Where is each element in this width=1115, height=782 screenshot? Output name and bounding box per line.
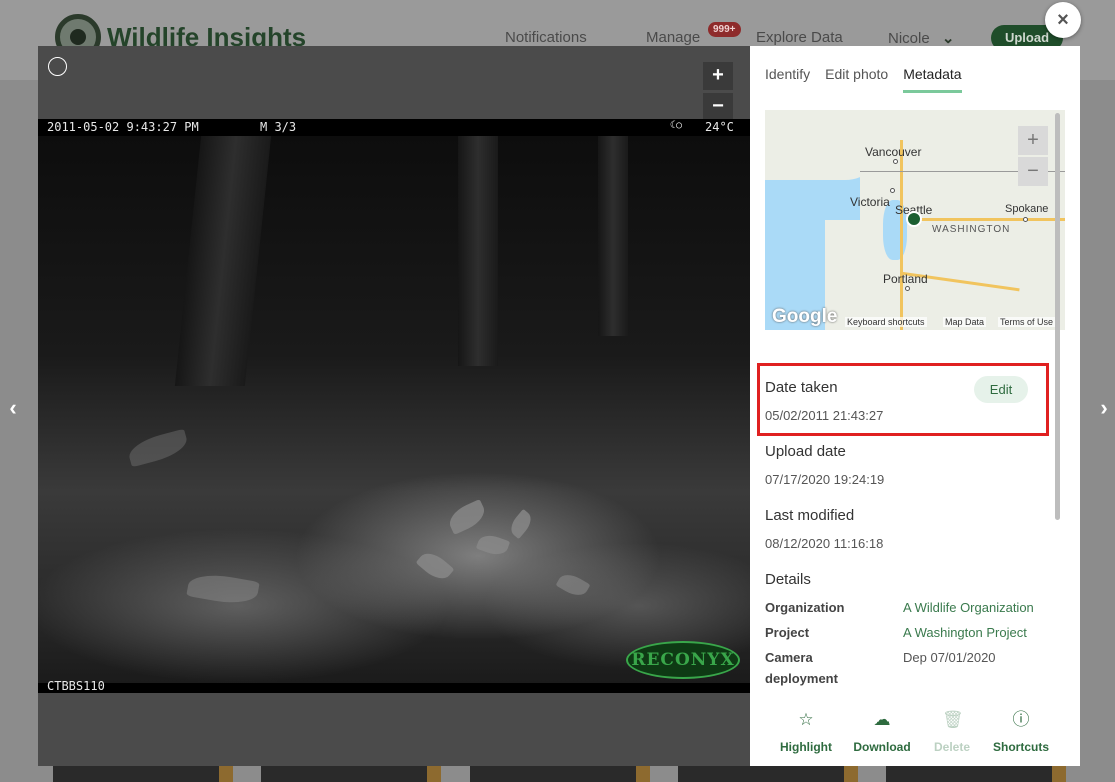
delete-label: Delete [933,740,971,754]
photo-temperature: 24°C [705,120,734,134]
city-dot [893,159,898,164]
organization-link[interactable]: A Wildlife Organization [903,600,1034,615]
action-bar: ☆ Highlight ☁ Download 🗑 Delete ⓘ Shortc… [750,706,1080,766]
google-logo: Google [772,306,838,327]
map-label-spokane: Spokane [1005,203,1049,215]
nav-notifications[interactable]: Notifications [505,29,587,46]
map-label-victoria: Victoria [850,195,890,209]
map-label-washington: WASHINGTON [932,224,1011,235]
city-dot [1023,217,1028,222]
leaf [445,499,489,535]
location-pin-icon[interactable] [906,211,922,227]
selection-circle-icon[interactable] [48,57,67,76]
last-modified-label: Last modified [765,507,855,524]
keyboard-shortcuts-link[interactable]: Keyboard shortcuts [845,317,927,327]
upload-date-label: Upload date [765,443,846,460]
panel-tabs: Identify Edit photo Metadata [765,66,977,93]
camera-deployment-value: Dep 07/01/2020 [903,650,996,665]
moon-phase-icon: ☾○ [670,120,683,131]
leaf [555,569,591,601]
map-road [900,140,903,330]
zoom-in-button[interactable]: + [703,62,733,90]
project-link[interactable]: A Washington Project [903,625,1027,640]
tree-trunk [598,136,628,336]
close-modal-button[interactable]: × [1045,2,1081,38]
map-label-vancouver: Vancouver [865,145,922,159]
forest-scene [38,136,750,683]
previous-photo-button[interactable]: ‹ [3,395,23,420]
tree-trunk [174,136,272,386]
close-icon: × [1057,9,1069,31]
trash-icon: 🗑 [942,710,964,729]
photo-timestamp: 2011-05-02 9:43:27 PM [47,120,199,134]
metadata-panel: Identify Edit photo Metadata Vancouver V… [750,46,1080,766]
highlight-label: Highlight [780,740,832,754]
date-taken-value: 05/02/2011 21:43:27 [765,408,884,423]
photo-viewer: + − 2011-05-02 9:43:27 PM M 3/3 ☾○ 24°C [38,46,750,766]
photo-modal: + − 2011-05-02 9:43:27 PM M 3/3 ☾○ 24°C [38,46,1080,766]
camera-deployment-key: Camera deployment [765,650,838,686]
map-label-portland: Portland [883,272,928,286]
map-zoom-in-button[interactable]: + [1018,126,1048,155]
leaf [506,508,536,540]
delete-button[interactable]: 🗑 Delete [912,706,992,754]
leaf [125,428,191,468]
thumbnail[interactable] [470,766,650,782]
shortcuts-label: Shortcuts [992,740,1049,754]
chevron-right-icon: › [1100,395,1108,420]
download-label: Download [853,740,911,754]
tree-trunk [458,136,498,366]
thumbnail[interactable] [261,766,441,782]
upload-date-value: 07/17/2020 19:24:19 [765,472,885,487]
zoom-out-button[interactable]: − [703,93,733,121]
photo-bottom-strip [38,683,750,693]
terms-of-use-link[interactable]: Terms of Use [998,317,1056,327]
user-name: Nicole [888,30,930,47]
chevron-down-icon: ⌄ [941,30,955,47]
camera-id: CTBBS110 [47,679,105,693]
location-map[interactable]: Vancouver Victoria Seattle Spokane WASHI… [765,110,1065,330]
manage-badge: 999+ [708,22,741,37]
info-icon: ⓘ [1012,710,1030,729]
leaf [475,531,511,559]
chevron-left-icon: ‹ [9,395,17,420]
nav-explore-data[interactable]: Explore Data [756,29,843,46]
edit-date-button[interactable]: Edit [974,376,1028,403]
cloud-download-icon: ☁ [873,710,891,729]
map-road [910,218,1065,221]
thumbnail[interactable] [886,766,1066,782]
tab-identify[interactable]: Identify [765,66,810,93]
download-button[interactable]: ☁ Download [842,706,922,754]
photo-info-strip: 2011-05-02 9:43:27 PM M 3/3 ☾○ 24°C [38,119,750,136]
tab-edit-photo[interactable]: Edit photo [825,66,888,93]
thumbnail[interactable] [678,766,858,782]
leaf [186,570,260,608]
nav-user-menu[interactable]: Nicole ⌄ [888,29,954,47]
reconyx-logo: RECONYX [626,641,740,679]
highlight-button[interactable]: ☆ Highlight [766,706,846,754]
tab-metadata[interactable]: Metadata [903,66,962,93]
date-taken-label: Date taken [765,379,838,396]
organization-key: Organization [765,600,845,615]
next-photo-button[interactable]: › [1094,395,1114,420]
city-dot [890,188,895,193]
project-key: Project [765,625,810,640]
leaf [415,547,455,585]
panel-scrollbar[interactable] [1055,113,1060,520]
nav-manage[interactable]: Manage [646,29,700,46]
details-title: Details [765,571,811,588]
map-zoom-out-button[interactable]: − [1018,157,1048,186]
map-data-link[interactable]: Map Data [943,317,987,327]
last-modified-value: 08/12/2020 11:16:18 [765,536,884,551]
shortcuts-button[interactable]: ⓘ Shortcuts [981,706,1061,754]
star-icon: ☆ [798,710,814,729]
city-dot [905,286,910,291]
photo-sequence: M 3/3 [260,120,297,134]
camera-trap-photo: 2011-05-02 9:43:27 PM M 3/3 ☾○ 24°C RECO… [38,119,750,693]
thumbnail[interactable] [53,766,233,782]
